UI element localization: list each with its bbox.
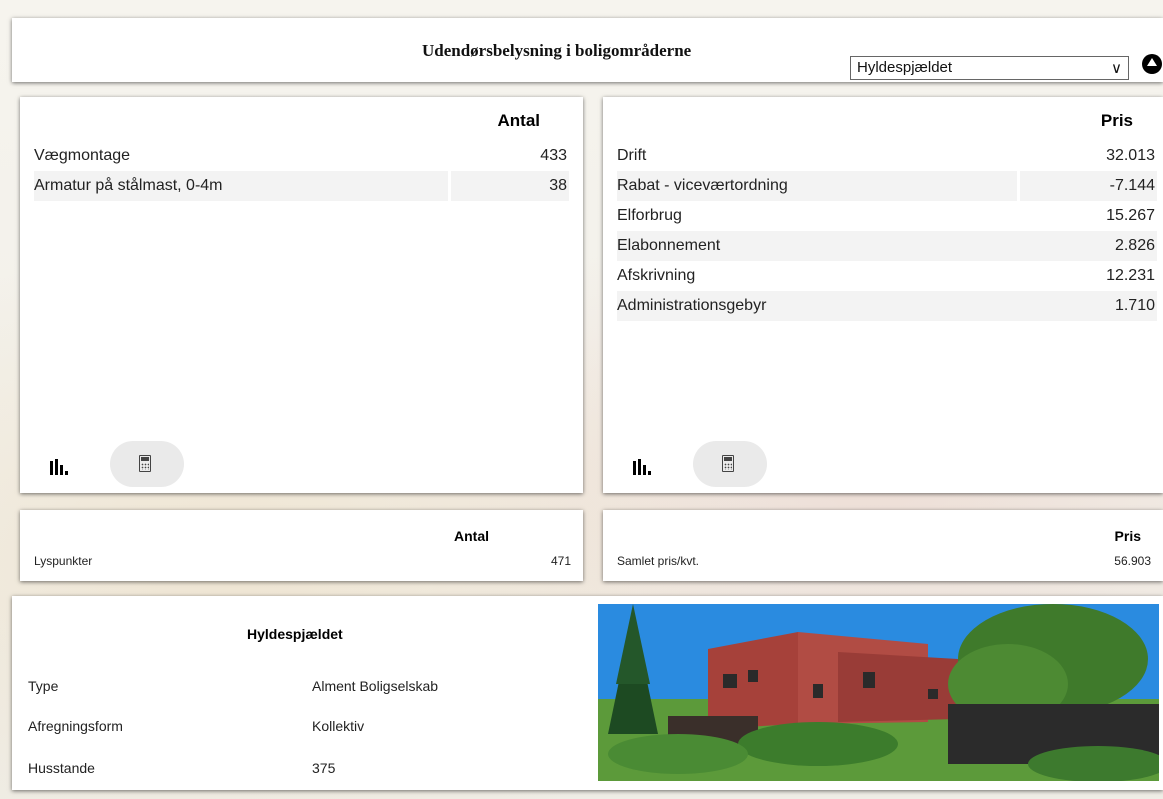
row-label: Armatur på stålmast, 0-4m — [34, 177, 223, 194]
row-value: 1.710 — [1114, 297, 1155, 314]
page-title: Udendørsbelysning i boligområderne — [422, 41, 692, 60]
row-label: Administrationsgebyr — [617, 297, 767, 314]
row-value: 32.013 — [1106, 147, 1155, 164]
summary-value: 471 — [550, 554, 571, 568]
table-row: Drift 32.013 — [617, 141, 1157, 171]
antal-toolbar — [50, 441, 190, 487]
pris-column-header: Pris — [1100, 111, 1133, 130]
summary-value: 56.903 — [1114, 554, 1151, 568]
row-value: 433 — [540, 147, 567, 164]
table-row: Vægmontage 433 — [34, 141, 569, 171]
row-label: Drift — [617, 147, 647, 164]
area-select[interactable]: Hyldespjældet ∨ — [850, 56, 1129, 80]
info-value: Alment Boligselskab — [312, 678, 439, 694]
info-label: Husstande — [28, 760, 95, 776]
info-label: Type — [28, 678, 59, 694]
info-value: Kollektiv — [312, 718, 365, 734]
calculator-icon — [722, 455, 734, 472]
row-label: Vægmontage — [34, 147, 131, 164]
pris-toolbar — [633, 441, 773, 487]
calculator-button[interactable] — [110, 441, 184, 487]
area-name: Hyldespjældet — [247, 626, 343, 642]
chevron-down-icon: ∨ — [1111, 60, 1122, 77]
antal-column-header: Antal — [497, 111, 541, 130]
summary-header: Pris — [1114, 528, 1141, 544]
row-value: 38 — [549, 177, 567, 194]
table-row: Rabat - viceværtordning -7.144 — [617, 171, 1157, 201]
summary-label: Samlet pris/kvt. — [617, 554, 700, 568]
bar-chart-icon[interactable] — [633, 459, 651, 475]
row-label: Elforbrug — [617, 207, 682, 224]
area-photo-illustration — [598, 604, 1159, 781]
row-value: 2.826 — [1114, 237, 1155, 254]
pris-rows: Drift 32.013 Rabat - viceværtordning -7.… — [617, 141, 1157, 321]
calculator-icon — [139, 455, 151, 472]
pris-table-panel: Pris Drift 32.013 Rabat - viceværtordnin… — [603, 97, 1163, 493]
header-panel: Udendørsbelysning i boligområderne Hylde… — [12, 18, 1163, 82]
area-photo — [598, 604, 1159, 781]
row-value: 15.267 — [1106, 207, 1155, 224]
info-label: Afregningsform — [28, 718, 123, 734]
summary-header: Antal — [454, 528, 489, 544]
bar-chart-icon[interactable] — [50, 459, 68, 475]
table-row: Elabonnement 2.826 — [617, 231, 1157, 261]
collapse-up-icon[interactable] — [1142, 54, 1162, 74]
row-value: 12.231 — [1106, 267, 1155, 284]
row-label: Rabat - viceværtordning — [617, 177, 788, 194]
antal-table-panel: Antal Vægmontage 433 Armatur på stålmast… — [20, 97, 583, 493]
antal-rows: Vægmontage 433 Armatur på stålmast, 0-4m… — [34, 141, 569, 201]
row-label: Elabonnement — [617, 237, 721, 254]
info-value: 375 — [312, 760, 336, 776]
table-row: Armatur på stålmast, 0-4m 38 — [34, 171, 569, 201]
area-select-value: Hyldespjældet — [857, 59, 953, 76]
table-row: Afskrivning 12.231 — [617, 261, 1157, 291]
antal-summary-panel: Antal Lyspunkter 471 — [20, 510, 583, 581]
summary-label: Lyspunkter — [34, 554, 93, 568]
row-label: Afskrivning — [617, 267, 696, 284]
calculator-button[interactable] — [693, 441, 767, 487]
table-row: Elforbrug 15.267 — [617, 201, 1157, 231]
area-info-panel: Hyldespjældet Type Alment Boligselskab A… — [12, 596, 1163, 790]
table-row: Administrationsgebyr 1.710 — [617, 291, 1157, 321]
pris-summary-panel: Pris Samlet pris/kvt. 56.903 — [603, 510, 1163, 581]
row-value: -7.144 — [1109, 177, 1155, 194]
